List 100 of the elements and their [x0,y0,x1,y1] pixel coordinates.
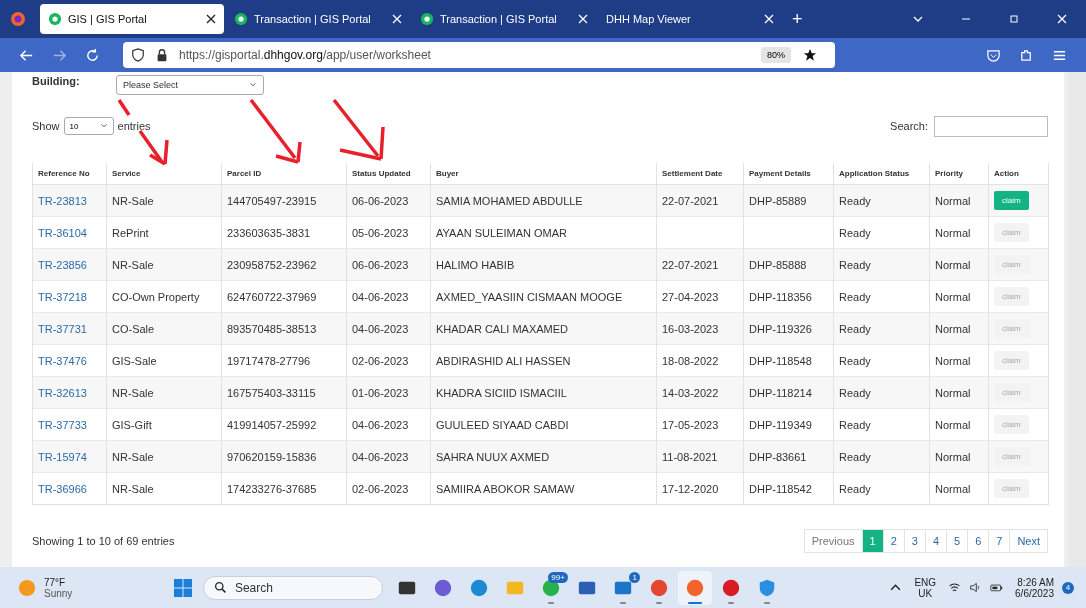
tab-title: DHH Map Viewer [606,13,692,25]
notification-badge: 99+ [548,571,568,583]
page-link[interactable]: 3 [903,530,925,552]
search-field[interactable] [934,115,1048,137]
page-link[interactable]: 5 [946,530,968,552]
table-cell: 22-07-2021 [662,194,719,207]
table-cell: DHP-85889 [749,194,807,207]
table-cell: SAMIIRA ABOKOR SAMAW [436,482,575,495]
table-cell: 144705497-23915 [227,194,317,207]
table-cell: 02-06-2023 [352,482,409,495]
browser-tab[interactable]: DHH Map Viewer [598,4,782,34]
url-text: https://gisportal.dhhgov.org/app/user/worksheet [179,48,431,62]
tab-title: Transaction | GIS Portal [254,13,372,25]
temperature: 77°F [44,576,67,588]
table-cell: Ready [839,450,871,463]
browser-tab[interactable]: Transaction | GIS Portal [226,4,410,34]
next-page-link[interactable]: Next [1009,530,1047,552]
notification-count-badge[interactable]: 4 [1062,581,1074,594]
clock-date[interactable]: 6/6/2023 [1015,587,1054,599]
scrollbar-track[interactable] [1068,72,1086,567]
browser-tab[interactable]: Transaction | GIS Portal [412,4,596,34]
column-header[interactable]: Status Updated [346,163,431,185]
table-cell: DHP-119326 [749,322,812,335]
table-cell: GIS-Sale [112,354,157,367]
table-cell: SAHRA NUUX AXMED [436,450,550,463]
page-link[interactable]: 7 [988,530,1010,552]
table-cell: DHP-119349 [749,418,812,431]
table-cell: Ready [839,418,871,431]
table-cell: NR-Sale [112,194,154,207]
table-cell: Normal [935,258,971,271]
close-icon[interactable] [206,14,216,24]
region-label[interactable]: UK [918,587,933,599]
app-icon [720,577,741,598]
column-header[interactable]: Settlement Date [656,163,744,185]
table-cell: Normal [935,354,971,367]
wifi-icon[interactable] [948,581,962,594]
table-cell: 419914057-25992 [227,418,317,431]
page-link[interactable]: 6 [967,530,989,552]
table-cell: GIS-Gift [112,418,152,431]
table-cell: 04-06-2023 [352,450,409,463]
page-link[interactable]: 2 [882,530,904,552]
address-bar[interactable]: https://gisportal.dhhgov.org/app/user/worksheet 80% [123,42,835,68]
column-header[interactable]: Service [106,163,222,185]
table-cell: 11-08-2021 [662,450,718,463]
chevron-down-icon [249,81,257,89]
restore-icon[interactable] [1008,13,1020,25]
table-cell: DHP-118356 [749,290,812,303]
column-header[interactable]: Buyer [430,163,657,185]
annotation-arrow [332,98,385,161]
start-icon[interactable] [172,577,193,598]
page-link[interactable]: 4 [924,530,946,552]
column-header[interactable]: Payment Details [743,163,834,185]
table-cell: Normal [935,226,971,239]
table-cell: AYAAN SULEIMAN OMAR [436,226,567,239]
column-header[interactable]: Action [988,163,1049,185]
table-cell: 17-12-2020 [662,482,719,495]
pocket-icon[interactable] [986,47,1001,63]
reload-icon[interactable] [85,47,100,63]
language-label[interactable]: ENG [914,576,937,588]
building-label: Building: [32,75,81,87]
firefox-icon[interactable] [10,11,26,27]
sun-icon [18,578,36,597]
taskbar-app[interactable]: 99+ [533,570,568,605]
star-icon[interactable] [803,48,817,62]
annotation-arrow [117,98,169,166]
taskbar-search-field[interactable]: Search [202,575,383,600]
page-length-select[interactable]: 10 [63,117,114,135]
table-cell: 22-07-2021 [662,258,719,271]
battery-icon[interactable] [990,581,1004,594]
table-cell: 14-03-2022 [662,386,719,399]
entries-info: Showing 1 to 10 of 69 entries [32,535,175,547]
app-icon [432,577,453,598]
globe-icon [234,12,248,26]
building-select[interactable]: Please Select [116,75,264,95]
table-cell: Ready [839,290,871,303]
clock-time[interactable]: 8:26 AM [1017,576,1054,588]
puzzle-icon[interactable] [1019,47,1034,63]
table-cell: 06-06-2023 [352,194,409,207]
table-cell: Ready [839,354,871,367]
zoom-level[interactable]: 80% [761,47,791,63]
table-cell: 27-04-2023 [662,290,719,303]
table-cell: 893570485-38513 [227,322,317,335]
table-cell: 174233276-37685 [227,482,317,495]
new-tab-button[interactable]: + [792,8,803,30]
table-cell: SAMIA MOHAMED ABDULLE [436,194,583,207]
browser-tab[interactable]: GIS | GIS Portal [40,4,224,34]
table-cell: KHADRA SICIID ISMACIIL [436,386,567,399]
column-header[interactable]: Parcel ID [221,163,347,185]
taskbar-app[interactable]: 1 [605,570,640,605]
table-cell: Ready [839,258,871,271]
table-cell: Ready [839,386,871,399]
tab-title: Transaction | GIS Portal [440,13,558,25]
table-cell: 01-06-2023 [352,386,409,399]
table-cell: Ready [839,322,871,335]
column-header[interactable]: Application Status [833,163,930,185]
tab-title: GIS | GIS Portal [68,13,148,25]
table-cell: Ready [839,482,871,495]
column-header[interactable]: Priority [929,163,989,185]
column-header[interactable]: Reference No [32,163,107,185]
table-cell: Normal [935,450,971,463]
